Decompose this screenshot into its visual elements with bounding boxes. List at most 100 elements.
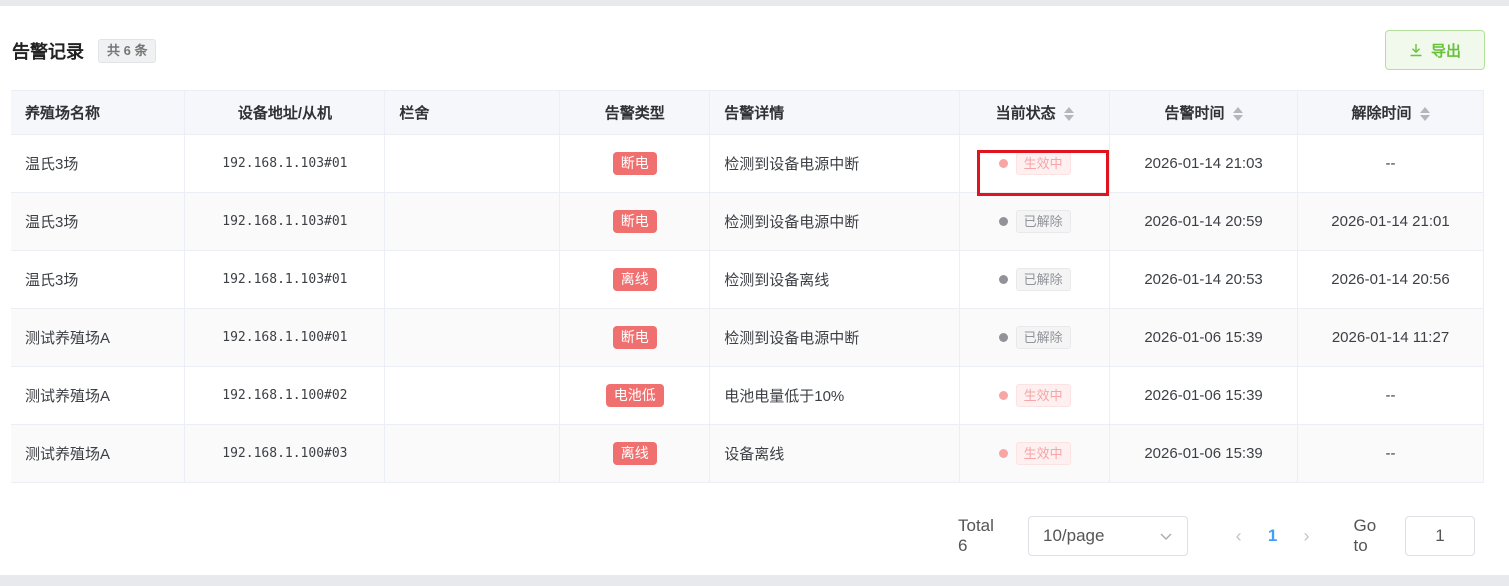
sort-icon[interactable] xyxy=(1232,107,1243,122)
cell-detail: 检测到设备电源中断 xyxy=(709,192,961,251)
cell-alarm-time: 2026-01-14 21:03 xyxy=(1109,134,1299,193)
cell-alarm-time: 2026-01-06 15:39 xyxy=(1109,424,1299,483)
alarm-type-tag: 断电 xyxy=(612,152,657,175)
status-badge: 生效中 xyxy=(1015,152,1071,175)
cell-pen xyxy=(384,366,561,425)
status-badge: 生效中 xyxy=(1015,442,1071,465)
chevron-down-icon xyxy=(1160,533,1172,540)
table-body: 温氏3场 192.168.1.103#01 断电 检测到设备电源中断 生效中 2… xyxy=(11,134,1484,483)
status-dot-icon xyxy=(998,391,1008,400)
cell-farm: 测试养殖场A xyxy=(11,308,186,367)
table-row: 温氏3场 192.168.1.103#01 断电 检测到设备电源中断 生效中 2… xyxy=(11,134,1484,193)
col-header-alarm-time[interactable]: 告警时间 xyxy=(1109,90,1299,135)
table-row: 测试养殖场A 192.168.1.100#02 电池低 电池电量低于10% 生效… xyxy=(11,366,1484,425)
status-badge: 已解除 xyxy=(1015,268,1071,291)
status-indicator: 已解除 xyxy=(998,268,1071,291)
cell-release-time: -- xyxy=(1297,366,1484,425)
col-header-alarm-time-label: 告警时间 xyxy=(1164,105,1225,122)
status-badge: 已解除 xyxy=(1015,326,1071,349)
status-indicator: 已解除 xyxy=(998,210,1071,233)
cell-address: 192.168.1.100#03 xyxy=(184,424,386,483)
status-dot-icon xyxy=(998,275,1008,284)
status-indicator: 生效中 xyxy=(998,442,1071,465)
status-indicator: 生效中 xyxy=(998,384,1071,407)
cell-release-time: -- xyxy=(1297,424,1484,483)
status-dot-icon xyxy=(998,217,1008,226)
cell-detail: 检测到设备离线 xyxy=(709,250,961,309)
pagination: Total 6 10/page ‹ 1 › Go to xyxy=(958,516,1476,556)
cell-alarm-time: 2026-01-06 15:39 xyxy=(1109,366,1299,425)
download-icon xyxy=(1410,44,1422,57)
col-header-detail: 告警详情 xyxy=(709,90,961,135)
cell-farm: 温氏3场 xyxy=(11,192,186,251)
col-header-farm: 养殖场名称 xyxy=(11,90,186,135)
alarm-type-tag: 离线 xyxy=(612,442,657,465)
cell-release-time: 2026-01-14 21:01 xyxy=(1297,192,1484,251)
status-dot-icon xyxy=(998,159,1008,168)
export-button[interactable]: 导出 xyxy=(1385,30,1485,70)
cell-release-time: 2026-01-14 20:56 xyxy=(1297,250,1484,309)
cell-address: 192.168.1.100#01 xyxy=(184,308,386,367)
cell-address: 192.168.1.103#01 xyxy=(184,134,386,193)
alarm-type-tag: 断电 xyxy=(612,326,657,349)
sort-icon[interactable] xyxy=(1063,107,1074,122)
cell-alarm-time: 2026-01-06 15:39 xyxy=(1109,308,1299,367)
page-size-value: 10/page xyxy=(1043,526,1105,545)
col-header-status[interactable]: 当前状态 xyxy=(959,90,1111,135)
next-page-button[interactable]: › xyxy=(1290,526,1324,547)
alarm-type-tag: 断电 xyxy=(612,210,657,233)
cell-detail: 检测到设备电源中断 xyxy=(709,134,961,193)
alarm-type-tag: 离线 xyxy=(612,268,657,291)
cell-address: 192.168.1.103#01 xyxy=(184,250,386,309)
table-row: 温氏3场 192.168.1.103#01 离线 检测到设备离线 已解除 202… xyxy=(11,250,1484,309)
alarm-type-tag: 电池低 xyxy=(605,384,664,407)
sort-icon[interactable] xyxy=(1419,107,1430,122)
cell-alarm-time: 2026-01-14 20:59 xyxy=(1109,192,1299,251)
page-number-1[interactable]: 1 xyxy=(1256,526,1290,546)
cell-pen xyxy=(384,424,561,483)
cell-detail: 设备离线 xyxy=(709,424,961,483)
cell-address: 192.168.1.100#02 xyxy=(184,366,386,425)
cell-pen xyxy=(384,134,561,193)
status-dot-icon xyxy=(998,333,1008,342)
page-title: 告警记录 xyxy=(12,42,84,62)
col-header-address: 设备地址/从机 xyxy=(184,90,386,135)
col-header-release-time-label: 解除时间 xyxy=(1351,105,1412,122)
prev-page-button[interactable]: ‹ xyxy=(1222,526,1256,547)
cell-farm: 测试养殖场A xyxy=(11,424,186,483)
pagination-total: Total 6 xyxy=(958,516,994,555)
table-header-row: 养殖场名称 设备地址/从机 栏舍 告警类型 告警详情 当前状态 告警时间 解除时… xyxy=(11,90,1484,135)
cell-alarm-time: 2026-01-14 20:53 xyxy=(1109,250,1299,309)
col-header-type: 告警类型 xyxy=(559,90,711,135)
status-indicator: 已解除 xyxy=(998,326,1071,349)
export-label: 导出 xyxy=(1430,42,1461,60)
cell-farm: 测试养殖场A xyxy=(11,366,186,425)
goto-page-input[interactable] xyxy=(1405,516,1476,556)
alarm-table: 养殖场名称 设备地址/从机 栏舍 告警类型 告警详情 当前状态 告警时间 解除时… xyxy=(11,90,1484,483)
cell-farm: 温氏3场 xyxy=(11,250,186,309)
goto-label: Go to xyxy=(1353,516,1377,555)
cell-pen xyxy=(384,308,561,367)
table-row: 测试养殖场A 192.168.1.100#01 断电 检测到设备电源中断 已解除… xyxy=(11,308,1484,367)
col-header-status-label: 当前状态 xyxy=(995,105,1056,122)
cell-release-time: 2026-01-14 11:27 xyxy=(1297,308,1484,367)
page-size-select[interactable]: 10/page xyxy=(1028,516,1188,556)
cell-pen xyxy=(384,192,561,251)
col-header-pen: 栏舍 xyxy=(384,90,561,135)
record-count-badge: 共 6 条 xyxy=(98,39,157,63)
cell-farm: 温氏3场 xyxy=(11,134,186,193)
cell-address: 192.168.1.103#01 xyxy=(184,192,386,251)
cell-pen xyxy=(384,250,561,309)
col-header-release-time[interactable]: 解除时间 xyxy=(1297,90,1484,135)
cell-detail: 电池电量低于10% xyxy=(709,366,961,425)
table-row: 测试养殖场A 192.168.1.100#03 离线 设备离线 生效中 2026… xyxy=(11,424,1484,483)
table-row: 温氏3场 192.168.1.103#01 断电 检测到设备电源中断 已解除 2… xyxy=(11,192,1484,251)
card-header: 告警记录 共 6 条 xyxy=(12,38,157,64)
cell-release-time: -- xyxy=(1297,134,1484,193)
alarm-records-card: 告警记录 共 6 条 导出 养殖场名称 设备地址/从机 栏舍 告警类型 告警详情… xyxy=(0,6,1509,575)
status-badge: 生效中 xyxy=(1015,384,1071,407)
cell-detail: 检测到设备电源中断 xyxy=(709,308,961,367)
status-indicator: 生效中 xyxy=(998,152,1071,175)
status-dot-icon xyxy=(998,449,1008,458)
status-badge: 已解除 xyxy=(1015,210,1071,233)
